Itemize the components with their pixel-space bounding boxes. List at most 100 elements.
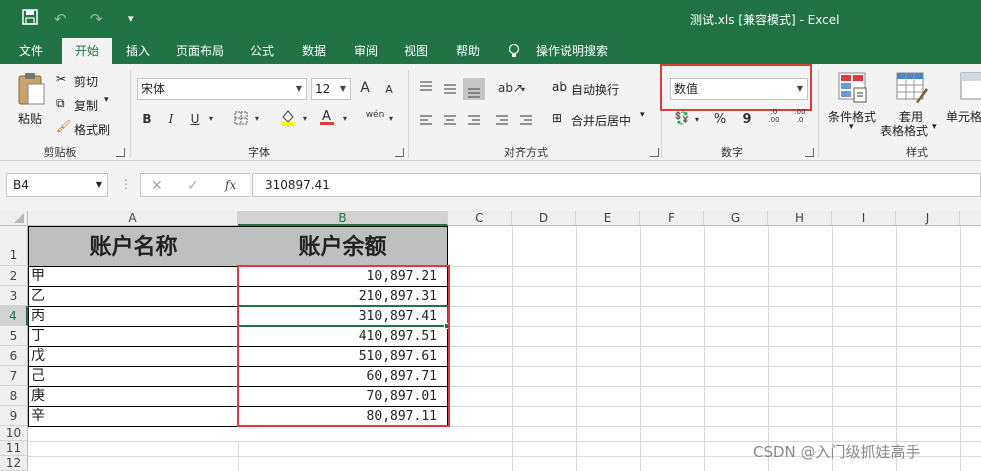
name-box[interactable]: B4 ▼ — [6, 173, 108, 197]
save-icon[interactable] — [22, 9, 38, 30]
chevron-down-icon[interactable]: ▾ — [252, 109, 262, 129]
fill-color-icon[interactable] — [278, 108, 298, 132]
horizontal-align-icons[interactable] — [418, 114, 538, 128]
chevron-down-icon[interactable]: ▾ — [692, 110, 702, 130]
paste-button[interactable]: 粘贴 — [12, 72, 50, 134]
undo-icon[interactable]: ↶ — [54, 9, 67, 29]
chevron-down-icon[interactable]: ▾ — [300, 109, 310, 129]
tab-data[interactable]: 数据 — [294, 38, 334, 64]
merge-center-button[interactable]: 合并后居中 — [571, 112, 631, 129]
clipboard-launcher-icon[interactable] — [116, 148, 125, 157]
format-as-table-label-2[interactable]: 表格格式 — [880, 122, 928, 139]
tab-help[interactable]: 帮助 — [448, 38, 488, 64]
format-painter-button[interactable]: 格式刷 — [74, 121, 110, 138]
alignment-launcher-icon[interactable] — [650, 148, 659, 157]
column-header-i[interactable]: I — [832, 211, 896, 226]
column-header-j[interactable]: J — [896, 211, 960, 226]
chevron-down-icon[interactable]: ▾ — [849, 122, 854, 132]
gridline — [512, 226, 513, 471]
format-as-table-icon[interactable] — [896, 72, 928, 104]
chevron-down-icon[interactable]: ▾ — [932, 122, 937, 132]
copy-button[interactable]: 复制 — [74, 97, 98, 114]
cancel-button[interactable]: ✕ — [151, 178, 163, 194]
column-header-d[interactable]: D — [512, 211, 576, 226]
name-cell[interactable]: 甲 — [28, 267, 239, 287]
chevron-down-icon[interactable]: ▾ — [340, 109, 350, 129]
font-size-select[interactable]: 12 ▼ — [311, 78, 351, 100]
tab-formulas[interactable]: 公式 — [242, 38, 282, 64]
row-header-6[interactable]: 6 — [0, 346, 28, 366]
font-color-icon[interactable]: A — [318, 108, 336, 132]
shrink-font-button[interactable]: A — [383, 80, 395, 100]
chevron-down-icon[interactable]: ▾ — [104, 95, 109, 105]
chevron-down-icon[interactable]: ▾ — [386, 109, 396, 129]
wrap-text-button[interactable]: 自动换行 — [571, 81, 619, 98]
font-launcher-icon[interactable] — [395, 148, 404, 157]
tab-home[interactable]: 开始 — [62, 38, 112, 64]
chevron-down-icon[interactable]: ▾ — [640, 110, 645, 120]
bold-button[interactable]: B — [140, 109, 154, 129]
tab-file[interactable]: 文件 — [10, 38, 52, 64]
grow-font-button[interactable]: A — [358, 78, 372, 98]
cut-button[interactable]: 剪切 — [74, 73, 98, 90]
column-header-f[interactable]: F — [640, 211, 704, 226]
orientation-icon[interactable]: ab↗ — [498, 78, 523, 98]
header-cell-account-balance[interactable]: 账户余额 — [238, 226, 448, 267]
column-header-h[interactable]: H — [768, 211, 832, 226]
row-header-1[interactable]: 1 — [0, 226, 28, 266]
tab-view[interactable]: 视图 — [396, 38, 436, 64]
chevron-down-icon[interactable]: ▾ — [518, 80, 528, 100]
insert-function-button[interactable]: fx — [225, 178, 236, 192]
row-header-9[interactable]: 9 — [0, 406, 28, 426]
column-header-a[interactable]: A — [28, 211, 238, 226]
redo-icon[interactable]: ↷ — [90, 9, 103, 29]
tab-review[interactable]: 审阅 — [346, 38, 386, 64]
row-header-4[interactable]: 4 — [0, 306, 28, 326]
italic-button[interactable]: I — [164, 109, 178, 129]
header-cell-account-name[interactable]: 账户名称 — [28, 226, 239, 267]
cell-styles-icon[interactable] — [960, 72, 981, 104]
font-name-select[interactable]: 宋体 ▼ — [137, 78, 307, 100]
formula-input[interactable]: 310897.41 — [252, 173, 981, 197]
enter-button[interactable]: ✓ — [187, 178, 199, 194]
cell-styles-button[interactable]: 单元格 — [946, 108, 981, 125]
phonetic-guide-button[interactable]: wén — [364, 105, 386, 125]
borders-icon[interactable] — [232, 108, 250, 131]
vertical-align-icons[interactable] — [418, 78, 508, 100]
column-header-k[interactable] — [960, 211, 981, 226]
underline-button[interactable]: U — [188, 109, 202, 129]
name-cell[interactable]: 乙 — [28, 287, 239, 307]
column-header-b[interactable]: B — [238, 211, 448, 226]
row-header-12[interactable]: 12 — [0, 456, 28, 471]
row-header-8[interactable]: 8 — [0, 386, 28, 406]
name-cell[interactable]: 戊 — [28, 347, 239, 367]
chevron-down-icon[interactable]: ▾ — [206, 109, 216, 129]
row-header-2[interactable]: 2 — [0, 266, 28, 286]
tell-me-search[interactable]: 操作说明搜索 — [532, 38, 612, 64]
column-header-c[interactable]: C — [448, 211, 512, 226]
percent-button[interactable]: % — [712, 110, 728, 130]
row-header-10[interactable]: 10 — [0, 426, 28, 441]
currency-icon[interactable]: 💱 — [672, 108, 692, 128]
number-launcher-icon[interactable] — [805, 148, 814, 157]
row-header-11[interactable]: 11 — [0, 441, 28, 456]
tab-insert[interactable]: 插入 — [118, 38, 158, 64]
column-header-e[interactable]: E — [576, 211, 640, 226]
name-cell[interactable]: 庚 — [28, 387, 239, 407]
row-header-7[interactable]: 7 — [0, 366, 28, 386]
conditional-formatting-icon[interactable] — [838, 72, 868, 104]
select-all-button[interactable] — [0, 211, 28, 226]
decrease-decimal-button[interactable]: .00 .0 — [790, 108, 810, 124]
name-cell[interactable]: 丁 — [28, 327, 239, 347]
customize-toolbar-icon[interactable]: ▾ — [128, 9, 134, 29]
column-header-g[interactable]: G — [704, 211, 768, 226]
row-header-5[interactable]: 5 — [0, 326, 28, 346]
row-header-3[interactable]: 3 — [0, 286, 28, 306]
name-cell[interactable]: 辛 — [28, 407, 239, 427]
tab-page-layout[interactable]: 页面布局 — [168, 38, 232, 64]
comma-style-button[interactable]: 9 — [740, 110, 754, 130]
name-cell[interactable]: 丙 — [28, 307, 239, 327]
name-cell[interactable]: 己 — [28, 367, 239, 387]
gridline — [704, 226, 705, 471]
increase-decimal-button[interactable]: .0 .00 — [764, 108, 784, 124]
